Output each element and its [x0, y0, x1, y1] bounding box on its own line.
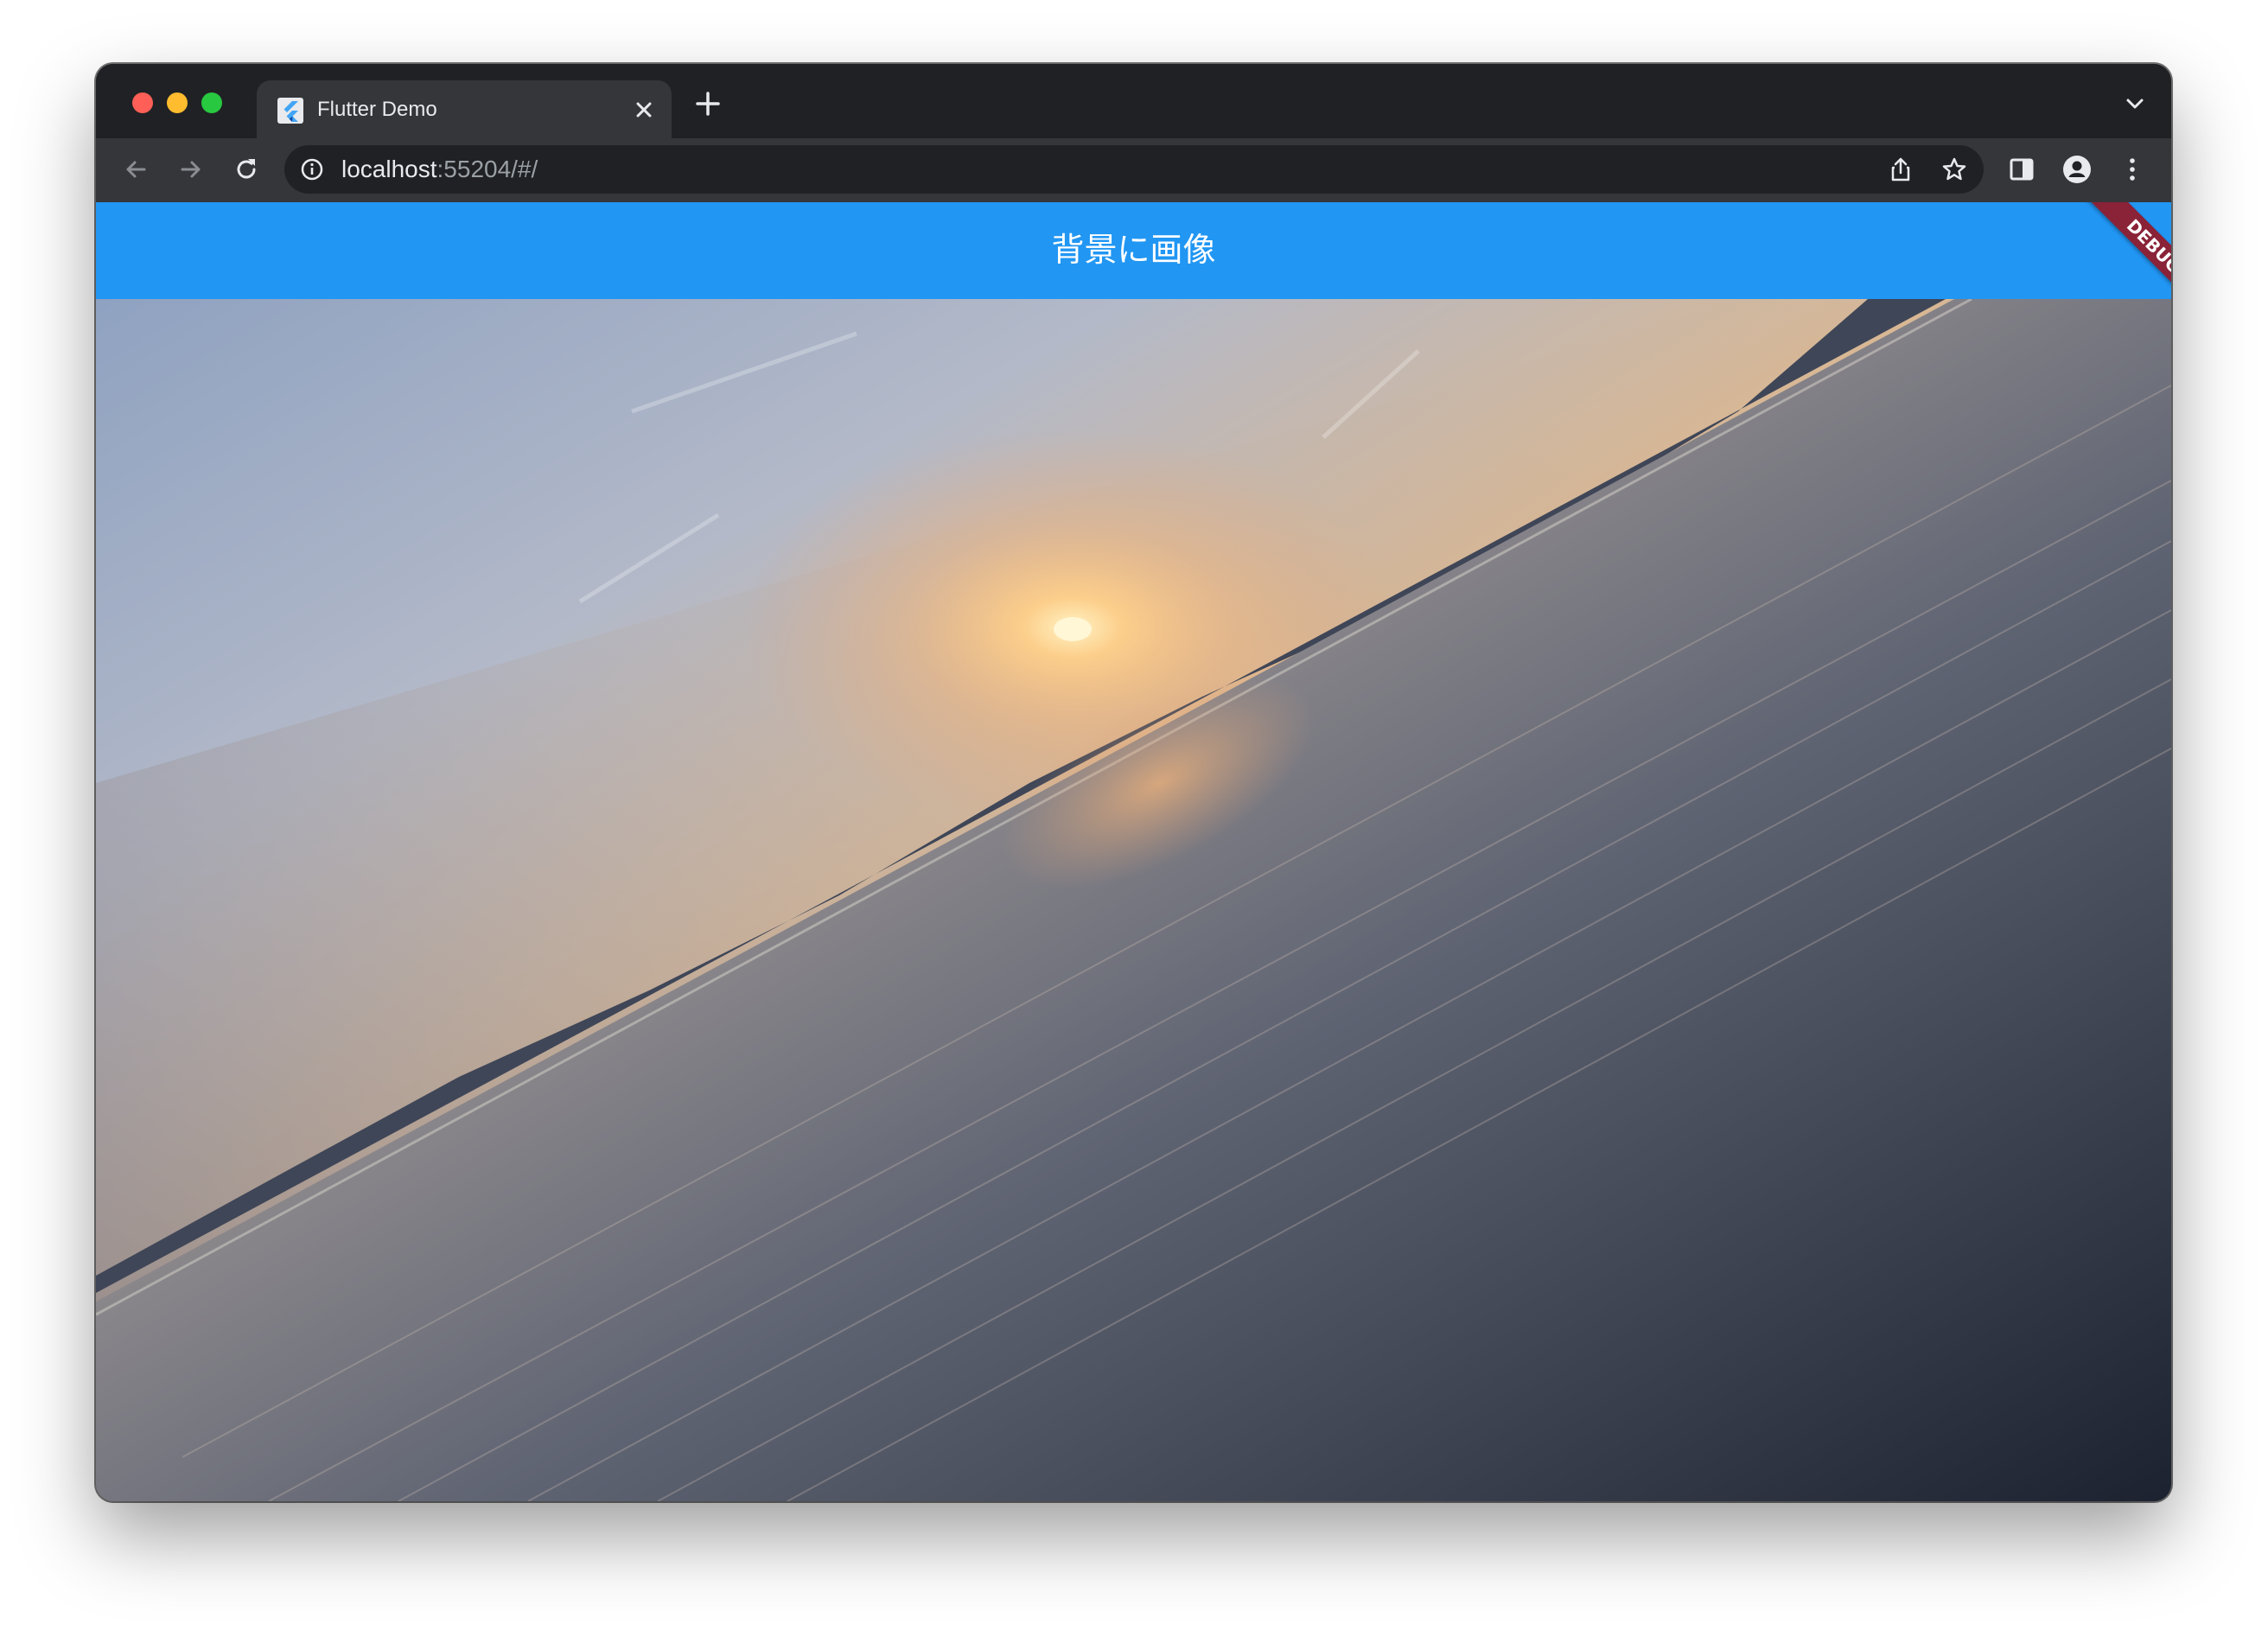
kebab-menu-icon[interactable]	[2117, 154, 2148, 185]
app-bar: 背景に画像	[96, 202, 2171, 299]
window-maximize-button[interactable]	[201, 92, 222, 113]
browser-window: Flutter Demo localhost:55204/#/ 背景に画像 DE…	[96, 64, 2171, 1501]
page-viewport: 背景に画像 DEBUG	[96, 202, 2171, 1501]
url-host: localhost	[341, 156, 437, 182]
app-title: 背景に画像	[1051, 231, 1216, 269]
reload-icon[interactable]	[231, 154, 262, 185]
chevron-down-icon[interactable]	[2123, 92, 2147, 116]
background-image	[96, 299, 2171, 1501]
flutter-logo-icon	[277, 98, 303, 124]
tab-title: Flutter Demo	[317, 98, 437, 121]
tab-flutter-demo[interactable]: Flutter Demo	[257, 80, 672, 138]
profile-icon[interactable]	[2061, 154, 2093, 185]
browser-toolbar: localhost:55204/#/	[96, 138, 2171, 202]
info-icon[interactable]	[300, 157, 324, 181]
window-close-button[interactable]	[132, 92, 153, 113]
window-minimize-button[interactable]	[167, 92, 188, 113]
side-panel-icon[interactable]	[2006, 154, 2037, 185]
arrow-left-icon[interactable]	[120, 154, 151, 185]
close-icon[interactable]	[632, 98, 656, 122]
address-bar[interactable]: localhost:55204/#/	[284, 145, 1984, 194]
star-icon[interactable]	[1940, 156, 1968, 183]
url-path: :55204/#/	[436, 156, 538, 182]
plus-icon[interactable]	[692, 88, 723, 119]
url-text[interactable]: localhost:55204/#/	[341, 155, 538, 184]
tab-strip: Flutter Demo	[96, 64, 2171, 138]
share-icon[interactable]	[1887, 156, 1914, 183]
arrow-right-icon[interactable]	[175, 154, 207, 185]
